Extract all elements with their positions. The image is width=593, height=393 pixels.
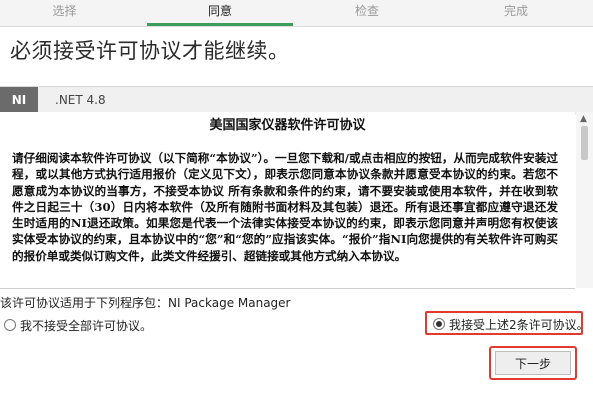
license-title: 美国国家仪器软件许可协议 [209, 118, 366, 133]
step-review-indicator [300, 23, 434, 26]
license-scrollbar[interactable]: ▲ [576, 112, 593, 288]
step-select: 选择 [12, 0, 117, 26]
step-select-indicator [12, 23, 117, 26]
accept-label: 我接受上述2条许可协议。 [449, 318, 589, 332]
step-select-label: 选择 [52, 4, 77, 18]
page-title: 必须接受许可协议才能继续。 [10, 39, 290, 63]
tab-dotnet[interactable]: .NET 4.8 [55, 87, 106, 113]
step-review-label: 检查 [354, 4, 379, 18]
step-agree: 同意 [147, 0, 293, 26]
license-text-area[interactable]: 美国国家仪器软件许可协议 请仔细阅读本软件许可协议（以下简称“本协议”）。一旦您… [0, 112, 575, 289]
tab-ni[interactable]: NI [0, 87, 38, 113]
step-agree-label: 同意 [207, 4, 232, 18]
step-finish-indicator [456, 23, 576, 26]
scroll-up-icon[interactable]: ▲ [580, 114, 587, 124]
decline-option[interactable]: 我不接受全部许可协议。 [4, 317, 152, 335]
step-finish-label: 完成 [503, 4, 528, 18]
license-body: 请仔细阅读本软件许可协议（以下简称“本协议”）。一旦您下载和/或点击相应的按钮，… [12, 151, 558, 263]
next-highlight-box: 下一步 [489, 346, 577, 380]
step-review: 检查 [300, 0, 434, 26]
license-applies-text: 该许可协议适用于下列程序包：NI Package Manager [0, 296, 291, 310]
step-finish: 完成 [456, 0, 576, 26]
accept-option[interactable]: 我接受上述2条许可协议。 [433, 316, 589, 333]
step-agree-indicator [147, 23, 293, 26]
accept-radio[interactable] [433, 318, 445, 330]
accept-highlight-box: 我接受上述2条许可协议。 [425, 311, 589, 335]
product-tab-strip: NI .NET 4.8 [0, 86, 593, 114]
decline-label: 我不接受全部许可协议。 [20, 319, 153, 333]
wizard-steps: 选择 同意 检查 完成 [0, 0, 593, 27]
decline-radio[interactable] [4, 319, 16, 331]
scrollbar-thumb[interactable] [581, 126, 588, 160]
next-button[interactable]: 下一步 [495, 351, 571, 375]
